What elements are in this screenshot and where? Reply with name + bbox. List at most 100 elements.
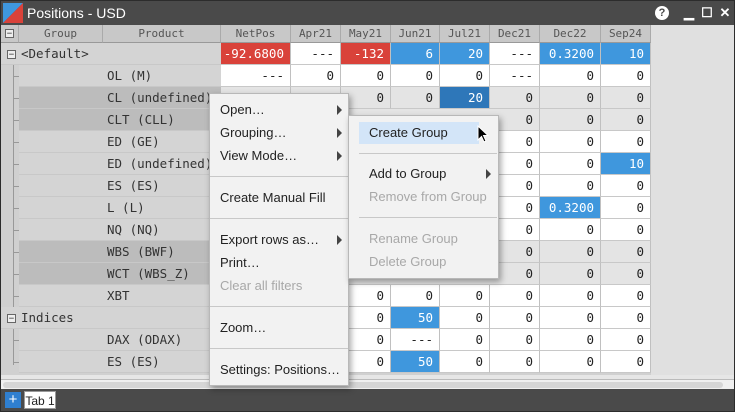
- cell-dec22[interactable]: 0: [540, 219, 601, 241]
- close-icon[interactable]: ✕: [717, 5, 733, 21]
- menu-item-add-to-group[interactable]: Add to Group: [359, 163, 497, 185]
- cell-sep24[interactable]: 0: [601, 175, 651, 197]
- cell-netpos[interactable]: -92.6800: [221, 43, 291, 65]
- collapse-icon[interactable]: −: [7, 50, 16, 60]
- cell-jul21[interactable]: 0: [440, 329, 490, 351]
- column-header-jun21[interactable]: Jun21: [391, 25, 440, 43]
- cell-sep24[interactable]: 0: [601, 329, 651, 351]
- cell-apr21[interactable]: 0: [291, 65, 341, 87]
- cell-may21[interactable]: -132: [341, 43, 391, 65]
- column-header-jul21[interactable]: Jul21: [440, 25, 490, 43]
- cell-dec22[interactable]: 0: [540, 175, 601, 197]
- cell-sep24[interactable]: 0: [601, 131, 651, 153]
- cell-jul21[interactable]: 0: [440, 351, 490, 373]
- product-cell[interactable]: ES (ES): [103, 351, 221, 373]
- product-cell[interactable]: L (L): [103, 197, 221, 219]
- title-bar[interactable]: Positions - USD ? ▁ ☐ ✕: [1, 1, 734, 25]
- collapse-all-icon[interactable]: −: [5, 29, 14, 39]
- cell-sep24[interactable]: 0: [601, 241, 651, 263]
- cell-dec22[interactable]: 0: [540, 263, 601, 285]
- product-cell[interactable]: ES (ES): [103, 175, 221, 197]
- product-cell[interactable]: NQ (NQ): [103, 219, 221, 241]
- cell-dec22[interactable]: 0: [540, 87, 601, 109]
- cell-dec21[interactable]: 0: [490, 307, 540, 329]
- product-cell[interactable]: XBT: [103, 285, 221, 307]
- help-icon[interactable]: ?: [655, 6, 669, 20]
- cell-jul21[interactable]: 0: [440, 307, 490, 329]
- product-cell[interactable]: OL (M): [103, 65, 221, 87]
- product-cell[interactable]: WCT (WBS_Z): [103, 263, 221, 285]
- select-all-header[interactable]: −: [1, 25, 19, 43]
- cell-dec21[interactable]: 0: [490, 329, 540, 351]
- cell-sep24[interactable]: 0: [601, 307, 651, 329]
- cell-sep24[interactable]: 0: [601, 109, 651, 131]
- column-header-netpos[interactable]: NetPos: [221, 25, 291, 43]
- cell-jun21[interactable]: ---: [391, 329, 440, 351]
- column-header-dec22[interactable]: Dec22: [540, 25, 601, 43]
- cell-sep24[interactable]: 0: [601, 351, 651, 373]
- menu-item-create-group[interactable]: Create Group: [359, 122, 479, 144]
- cell-dec22[interactable]: 0: [540, 307, 601, 329]
- cell-dec22[interactable]: 0: [540, 329, 601, 351]
- cell-jun21[interactable]: 50: [391, 351, 440, 373]
- cell-sep24[interactable]: 0: [601, 219, 651, 241]
- cell-jul21[interactable]: 20: [440, 43, 490, 65]
- add-tab-button[interactable]: +: [5, 392, 21, 408]
- menu-item-print[interactable]: Print…: [210, 252, 348, 274]
- cell-may21[interactable]: 0: [341, 65, 391, 87]
- cell-dec22[interactable]: 0.3200: [540, 197, 601, 219]
- group-row-default[interactable]: − <Default>: [1, 43, 221, 65]
- scrollbar-thumb[interactable]: [3, 382, 723, 388]
- cell-jul21[interactable]: 0: [440, 285, 490, 307]
- cell-dec22[interactable]: 0.3200: [540, 43, 601, 65]
- menu-item-grouping[interactable]: Grouping…: [210, 122, 348, 144]
- cell-jun21[interactable]: 0: [391, 65, 440, 87]
- cell-netpos[interactable]: ---: [221, 65, 291, 87]
- cell-dec22[interactable]: 0: [540, 109, 601, 131]
- cell-sep24[interactable]: 0: [601, 65, 651, 87]
- menu-item-view-mode[interactable]: View Mode…: [210, 145, 348, 167]
- menu-item-export-rows[interactable]: Export rows as…: [210, 229, 348, 251]
- maximize-icon[interactable]: ☐: [699, 5, 715, 21]
- cell-dec22[interactable]: 0: [540, 285, 601, 307]
- product-cell[interactable]: DAX (ODAX): [103, 329, 221, 351]
- cell-jun21[interactable]: 6: [391, 43, 440, 65]
- cell-dec22[interactable]: 0: [540, 65, 601, 87]
- menu-item-open[interactable]: Open…: [210, 99, 348, 121]
- cell-apr21[interactable]: ---: [291, 43, 341, 65]
- column-header-sep24[interactable]: Sep24: [601, 25, 651, 43]
- cell-sep24[interactable]: 0: [601, 285, 651, 307]
- cell-dec21[interactable]: 0: [490, 87, 540, 109]
- product-cell[interactable]: CLT (CLL): [103, 109, 221, 131]
- menu-item-zoom[interactable]: Zoom…: [210, 317, 348, 339]
- cell-sep24[interactable]: 0: [601, 197, 651, 219]
- column-header-apr21[interactable]: Apr21: [291, 25, 341, 43]
- cell-sep24[interactable]: 0: [601, 263, 651, 285]
- cell-dec21[interactable]: ---: [490, 65, 540, 87]
- collapse-icon[interactable]: −: [7, 314, 16, 324]
- cell-jun21[interactable]: 0: [391, 285, 440, 307]
- group-row-indices[interactable]: − Indices: [1, 307, 221, 329]
- cell-sep24[interactable]: 10: [601, 43, 651, 65]
- cell-dec21[interactable]: 0: [490, 285, 540, 307]
- cell-sep24[interactable]: 0: [601, 87, 651, 109]
- product-cell[interactable]: CL (undefined): [103, 87, 221, 109]
- cell-dec22[interactable]: 0: [540, 241, 601, 263]
- product-cell[interactable]: ED (GE): [103, 131, 221, 153]
- cell-jul21[interactable]: 20: [440, 87, 490, 109]
- column-header-group[interactable]: Group: [19, 25, 103, 43]
- column-header-may21[interactable]: May21: [341, 25, 391, 43]
- cell-dec21[interactable]: 0: [490, 351, 540, 373]
- product-cell[interactable]: WBS (BWF): [103, 241, 221, 263]
- cell-sep24[interactable]: 10: [601, 153, 651, 175]
- cell-jun21[interactable]: 50: [391, 307, 440, 329]
- product-cell[interactable]: ED (undefined): [103, 153, 221, 175]
- cell-jun21[interactable]: 0: [391, 87, 440, 109]
- cell-jul21[interactable]: 0: [440, 65, 490, 87]
- cell-dec21[interactable]: ---: [490, 43, 540, 65]
- cell-dec22[interactable]: 0: [540, 131, 601, 153]
- minimize-icon[interactable]: ▁: [681, 5, 697, 21]
- menu-item-settings[interactable]: Settings: Positions…: [210, 359, 348, 381]
- tab-1[interactable]: Tab 1: [24, 391, 56, 409]
- cell-dec22[interactable]: 0: [540, 351, 601, 373]
